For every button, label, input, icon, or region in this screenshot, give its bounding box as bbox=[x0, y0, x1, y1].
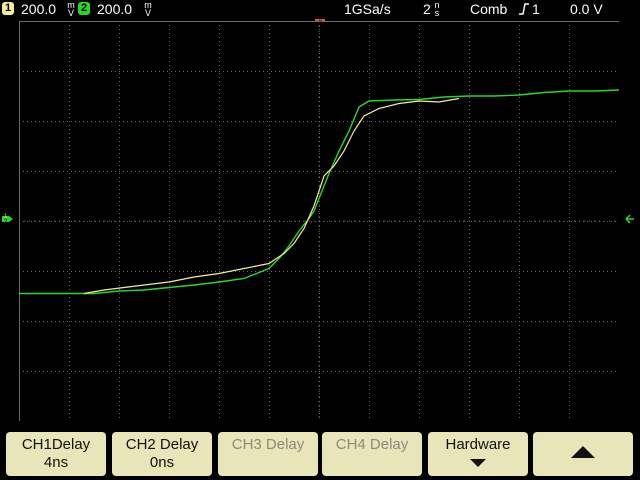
menu-up-softkey[interactable] bbox=[533, 432, 633, 476]
timebase-value[interactable]: 2 bbox=[423, 0, 431, 18]
status-bar: 1 200.0 m V 2 200.0 m V 1GSa/s 2 n s Com… bbox=[0, 0, 640, 18]
ch3-delay-label: CH3 Delay bbox=[231, 436, 305, 453]
arrow-up-icon bbox=[571, 446, 595, 458]
sample-rate: 1GSa/s bbox=[344, 1, 391, 17]
trigger-source[interactable]: 1 bbox=[532, 0, 540, 18]
ch1-delay-softkey[interactable]: CH1Delay 4ns bbox=[6, 432, 106, 476]
graticule-grid bbox=[19, 21, 619, 421]
ch2-scale[interactable]: 200.0 bbox=[97, 0, 132, 18]
rising-edge-icon bbox=[519, 3, 529, 15]
ch1-unit: m V bbox=[66, 1, 76, 18]
ch4-delay-softkey[interactable]: CH4 Delay bbox=[322, 432, 422, 476]
hardware-softkey[interactable]: Hardware bbox=[428, 432, 528, 476]
trigger-level[interactable]: 0.0 V bbox=[570, 0, 603, 18]
ch1-scale[interactable]: 200.0 bbox=[21, 0, 56, 18]
ch2-unit-bottom: V bbox=[144, 8, 151, 18]
ch2-delay-label: CH2 Delay bbox=[125, 436, 199, 453]
trigger-level-arrow-icon[interactable] bbox=[624, 213, 636, 225]
ch1-unit-bottom: V bbox=[67, 8, 74, 18]
ch2-badge[interactable]: 2 bbox=[78, 2, 90, 15]
ch3-delay-softkey[interactable]: CH3 Delay bbox=[218, 432, 318, 476]
ch2-delay-softkey[interactable]: CH2 Delay 0ns bbox=[112, 432, 212, 476]
channel-ground-marker-icon[interactable]: 1 2 bbox=[2, 212, 14, 226]
ch1-delay-label: CH1Delay bbox=[21, 436, 91, 453]
ch1-waveform-trace bbox=[83, 97, 460, 295]
timebase-unit-bottom: s bbox=[434, 8, 440, 18]
acquisition-mode[interactable]: Comb bbox=[470, 0, 507, 18]
ch2-unit: m V bbox=[143, 1, 153, 18]
hardware-label: Hardware bbox=[445, 436, 511, 453]
ch1-delay-value: 4ns bbox=[43, 454, 69, 471]
ch1-badge[interactable]: 1 bbox=[2, 2, 14, 15]
waveform-display[interactable] bbox=[19, 21, 619, 421]
arrow-down-icon bbox=[470, 459, 486, 467]
ch4-delay-label: CH4 Delay bbox=[335, 436, 409, 453]
timebase-unit: n s bbox=[432, 1, 442, 18]
ch2-delay-value: 0ns bbox=[149, 454, 175, 471]
